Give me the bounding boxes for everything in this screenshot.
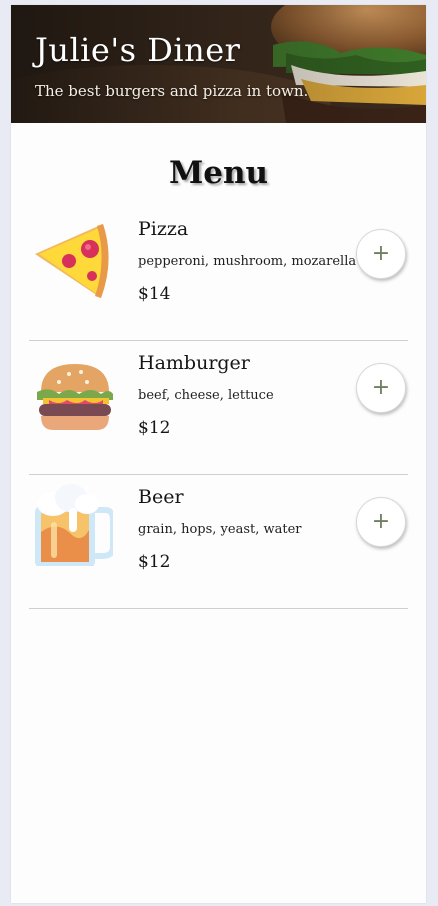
item-description: beef, cheese, lettuce <box>138 388 274 403</box>
app-title: Julie's Diner <box>35 31 241 69</box>
item-price: $14 <box>138 284 171 304</box>
add-hamburger-button[interactable]: + <box>356 363 406 413</box>
beer-icon <box>29 482 116 568</box>
menu-item: Hamburger beef, cheese, lettuce $12 + <box>29 340 408 475</box>
item-price: $12 <box>138 552 171 572</box>
item-name: Hamburger <box>138 352 250 374</box>
menu-heading: Menu <box>168 155 269 191</box>
item-description: grain, hops, yeast, water <box>138 522 302 537</box>
item-name: Beer <box>138 486 184 508</box>
hero-banner: Julie's Diner The best burgers and pizza… <box>11 5 426 123</box>
add-pizza-button[interactable]: + <box>356 229 406 279</box>
add-beer-button[interactable]: + <box>356 497 406 547</box>
item-price: $12 <box>138 418 171 438</box>
item-description: pepperoni, mushroom, mozarella <box>138 254 357 269</box>
menu-item: Beer grain, hops, yeast, water $12 + <box>29 474 408 609</box>
hamburger-icon <box>29 348 113 432</box>
app-subtitle: The best burgers and pizza in town. <box>35 82 309 100</box>
app-container: Julie's Diner The best burgers and pizza… <box>11 5 426 903</box>
item-name: Pizza <box>138 218 189 240</box>
pizza-icon <box>29 214 113 298</box>
menu-item: Pizza pepperoni, mushroom, mozarella $14… <box>29 206 408 341</box>
